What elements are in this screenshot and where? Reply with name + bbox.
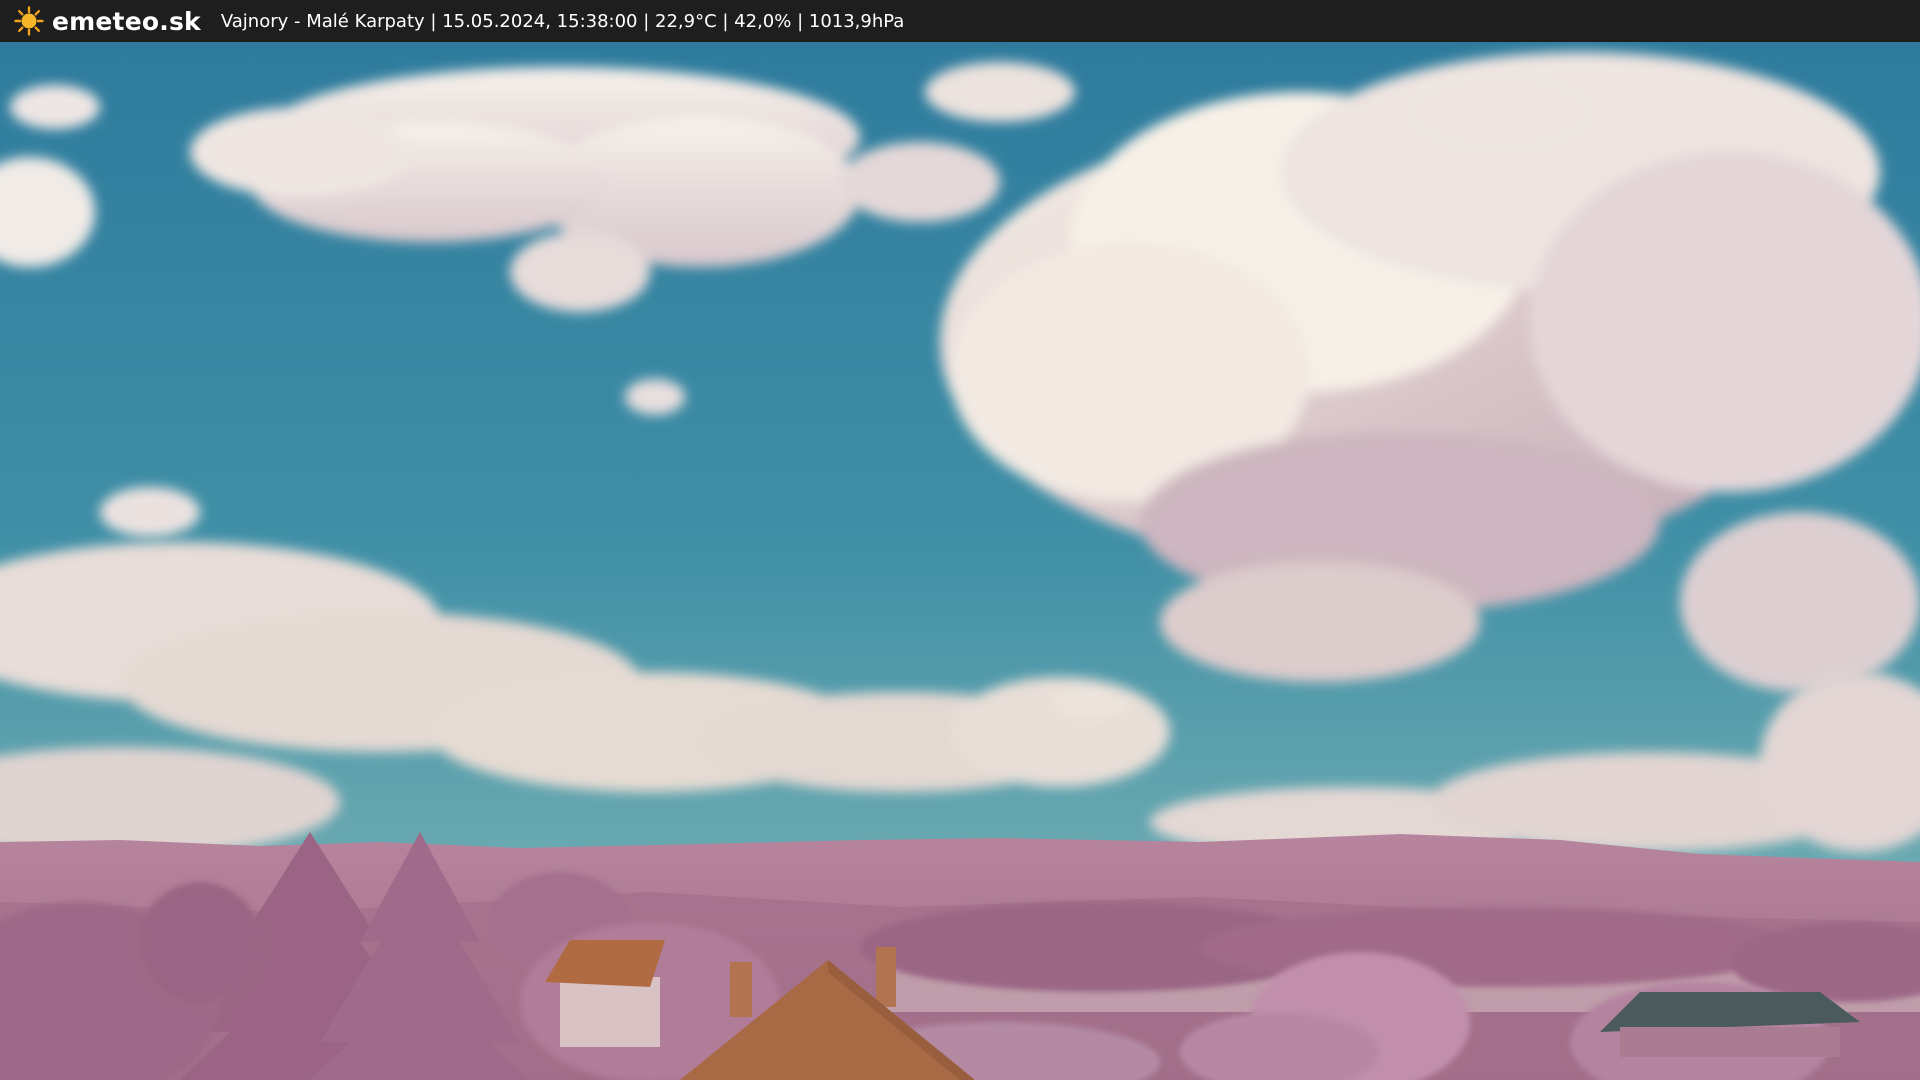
webcam-frame: emeteo.sk Vajnory - Malé Karpaty | 15.05… <box>0 0 1920 1080</box>
top-bar: emeteo.sk Vajnory - Malé Karpaty | 15.05… <box>0 0 1920 42</box>
weather-caption: Vajnory - Malé Karpaty | 15.05.2024, 15:… <box>220 10 905 32</box>
sun-icon <box>14 6 44 36</box>
webcam-image <box>0 42 1920 1080</box>
brand-logo-text: emeteo.sk <box>52 6 201 36</box>
house-left <box>545 940 665 1047</box>
